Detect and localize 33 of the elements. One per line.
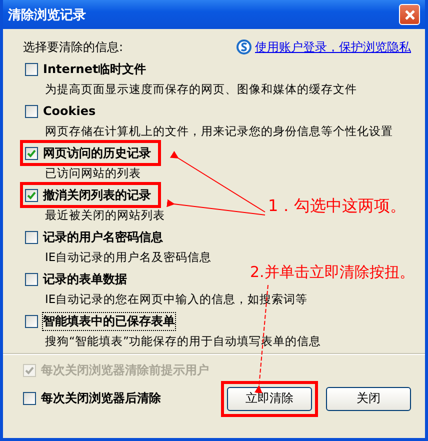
option-label[interactable]: 记录的用户名密码信息 xyxy=(43,228,163,246)
option-label[interactable]: Cookies xyxy=(43,104,96,118)
option-label[interactable]: 智能填表中的已保存表单 xyxy=(43,312,175,330)
section-label: 选择要清除的信息: xyxy=(23,38,124,56)
option-description: IE自动记录的用户名及密码信息 xyxy=(45,250,212,265)
option-label[interactable]: 撤消关闭列表的记录 xyxy=(43,186,151,204)
close-button[interactable] xyxy=(399,4,420,25)
option-label[interactable]: 网页访问的历史记录 xyxy=(43,144,151,162)
option-label[interactable]: 每次关闭浏览器后清除 xyxy=(41,390,161,407)
option-description: 已访问网站的列表 xyxy=(45,166,141,181)
option-description: IE自动记录的您在网页中输入的信息，如搜索词等 xyxy=(45,292,308,307)
option-description: 网页存储在计算机上的文件，用来记录您的身份信息等个性化设置 xyxy=(45,124,393,139)
checkbox[interactable] xyxy=(23,392,36,405)
login-link[interactable]: 使用账户登录，保护浏览隐私 xyxy=(255,38,411,56)
option-label[interactable]: 记录的表单数据 xyxy=(43,270,127,288)
circle-logo-icon xyxy=(236,39,252,55)
option-description: 搜狗“智能填表”功能保存的用于自动填写表单的信息 xyxy=(45,334,321,349)
annotation-text: 1．勾选中这两项。 xyxy=(268,196,406,217)
checkbox[interactable] xyxy=(25,230,38,244)
clear-button[interactable]: 立即清除 xyxy=(227,386,312,410)
checkbox[interactable] xyxy=(25,272,38,286)
close-icon xyxy=(404,8,416,20)
annotation-text: 2.并单击立即清除按扭。 xyxy=(250,263,414,282)
checkbox[interactable] xyxy=(25,188,38,202)
window-title: 清除浏览记录 xyxy=(8,6,86,24)
option-description: 最近被关闭的网站列表 xyxy=(45,208,165,223)
checkbox[interactable] xyxy=(25,146,38,160)
close-button[interactable]: 关闭 xyxy=(326,386,411,410)
checkbox[interactable] xyxy=(25,314,38,328)
checkbox[interactable] xyxy=(25,104,38,118)
option-label[interactable]: Internet临时文件 xyxy=(43,60,146,78)
option-description: 为提高页面显示速度而保存的网页、图像和媒体的缓存文件 xyxy=(45,82,357,97)
checkbox[interactable] xyxy=(25,62,38,76)
